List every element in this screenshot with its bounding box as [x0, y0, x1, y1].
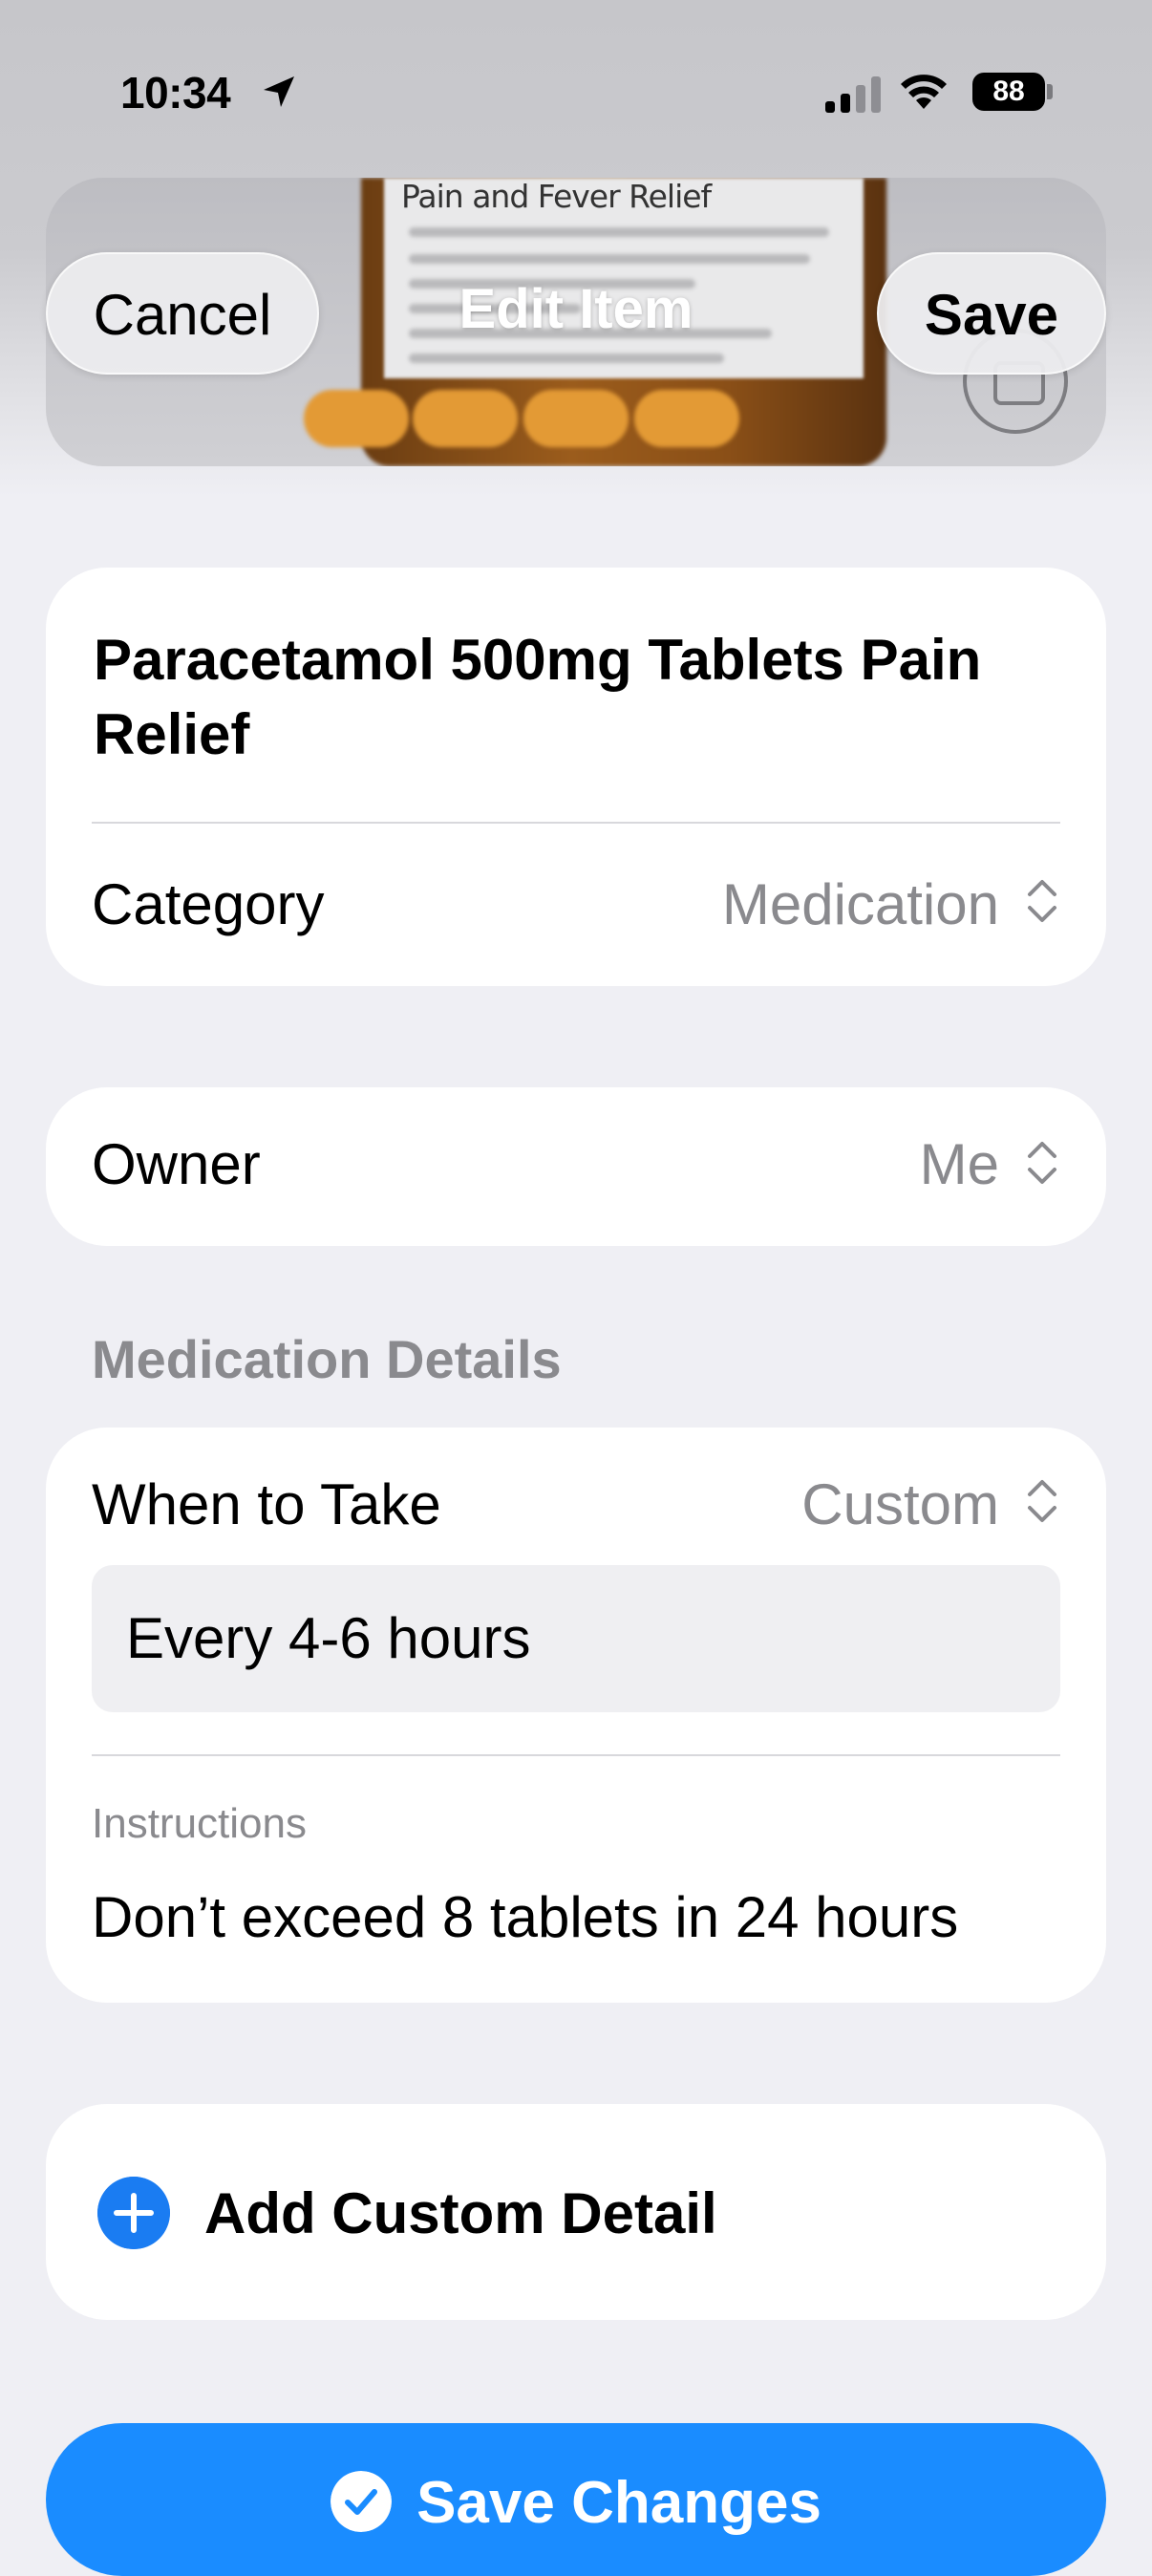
location-arrow-icon: [264, 76, 294, 107]
battery-indicator: 88: [972, 73, 1045, 111]
category-label: Category: [92, 872, 325, 936]
save-button[interactable]: Save: [877, 252, 1106, 375]
item-name-field[interactable]: Paracetamol 500mg Tablets Pain Relief: [94, 623, 1058, 772]
plus-circle-icon: [97, 2177, 170, 2249]
owner-card: Owner Me: [46, 1087, 1106, 1246]
divider: [92, 822, 1060, 824]
add-custom-detail-label: Add Custom Detail: [204, 2181, 717, 2245]
wifi-icon: [901, 75, 947, 109]
medication-details-card: When to Take Custom Every 4-6 hours Inst…: [46, 1428, 1106, 2003]
chevron-up-down-icon[interactable]: [1024, 1137, 1060, 1189]
when-to-take-label: When to Take: [92, 1472, 441, 1536]
owner-picker[interactable]: Me: [920, 1131, 999, 1197]
section-header-medication-details: Medication Details: [92, 1329, 562, 1389]
chevron-up-down-icon[interactable]: [1024, 1475, 1060, 1527]
instructions-field[interactable]: Don’t exceed 8 tablets in 24 hours: [92, 1884, 958, 1950]
divider: [92, 1754, 1060, 1756]
status-time: 10:34: [120, 68, 231, 118]
chevron-up-down-icon[interactable]: [1024, 875, 1060, 927]
custom-schedule-field[interactable]: Every 4-6 hours: [92, 1565, 1060, 1712]
save-changes-button[interactable]: Save Changes: [46, 2423, 1106, 2576]
save-changes-content: Save Changes: [46, 2469, 1106, 2538]
instructions-label: Instructions: [92, 1800, 307, 1847]
custom-schedule-value: Every 4-6 hours: [126, 1606, 531, 1670]
battery-nub: [1047, 84, 1053, 99]
checkmark-circle-icon: [331, 2470, 393, 2532]
item-info-card: Paracetamol 500mg Tablets Pain Relief Ca…: [46, 568, 1106, 986]
when-to-take-picker[interactable]: Custom: [801, 1471, 999, 1537]
category-picker[interactable]: Medication: [722, 871, 999, 937]
bottle-label-text: Pain and Fever Relief: [401, 178, 712, 215]
cellular-signal-icon: [825, 76, 881, 113]
save-changes-label: Save Changes: [416, 2470, 821, 2536]
owner-label: Owner: [92, 1132, 261, 1196]
add-custom-detail-button[interactable]: Add Custom Detail: [46, 2104, 1106, 2320]
